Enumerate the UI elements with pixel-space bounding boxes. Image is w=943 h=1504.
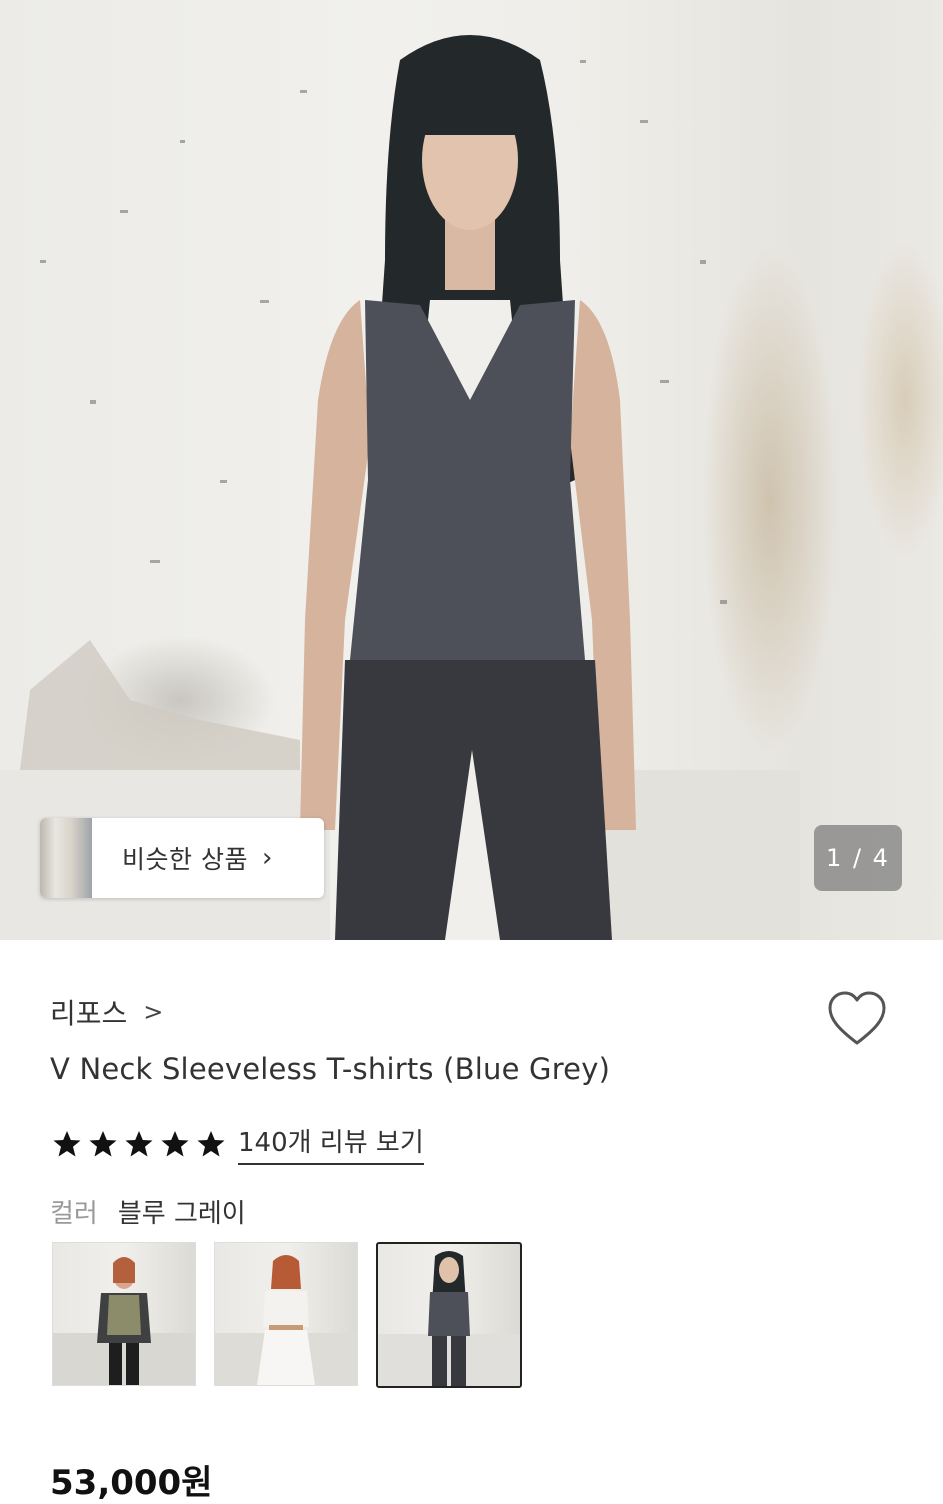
similar-products-thumbnail [40,818,92,898]
star-filled-icon [89,1130,117,1156]
chevron-right-icon: > [143,998,164,1026]
color-label: 컬러 [50,1199,98,1229]
star-filled-icon [197,1130,225,1156]
chevron-right-icon: › [261,843,273,873]
product-price: 53,000원 [50,1463,213,1503]
similar-products-label: 비슷한 상품 [122,845,248,874]
rating-row: 140개 리뷰 보기 [52,1122,424,1165]
brand-link[interactable]: 리포스 > [50,992,163,1032]
star-filled-icon [53,1130,81,1156]
reviews-link[interactable]: 140개 리뷰 보기 [238,1122,424,1165]
color-swatches [52,1242,540,1388]
product-title: V Neck Sleeveless T-shirts (Blue Grey) [50,1052,611,1086]
color-swatch-blue-grey[interactable] [376,1242,522,1388]
color-value: 블루 그레이 [117,1199,246,1229]
star-filled-icon [161,1130,189,1156]
product-photo [0,35,800,940]
product-image-carousel[interactable]: 비슷한 상품 › 1 / 4 [0,0,943,940]
color-swatch-olive[interactable] [52,1242,196,1386]
brand-name: 리포스 [50,997,128,1030]
star-filled-icon [125,1130,153,1156]
heart-outline-icon[interactable] [826,990,888,1048]
carousel-page-indicator: 1 / 4 [814,825,902,891]
color-swatch-white[interactable] [214,1242,358,1386]
color-row: 컬러 블루 그레이 [50,1193,246,1230]
similar-products-button[interactable]: 비슷한 상품 › [40,818,324,898]
star-rating [52,1129,232,1159]
